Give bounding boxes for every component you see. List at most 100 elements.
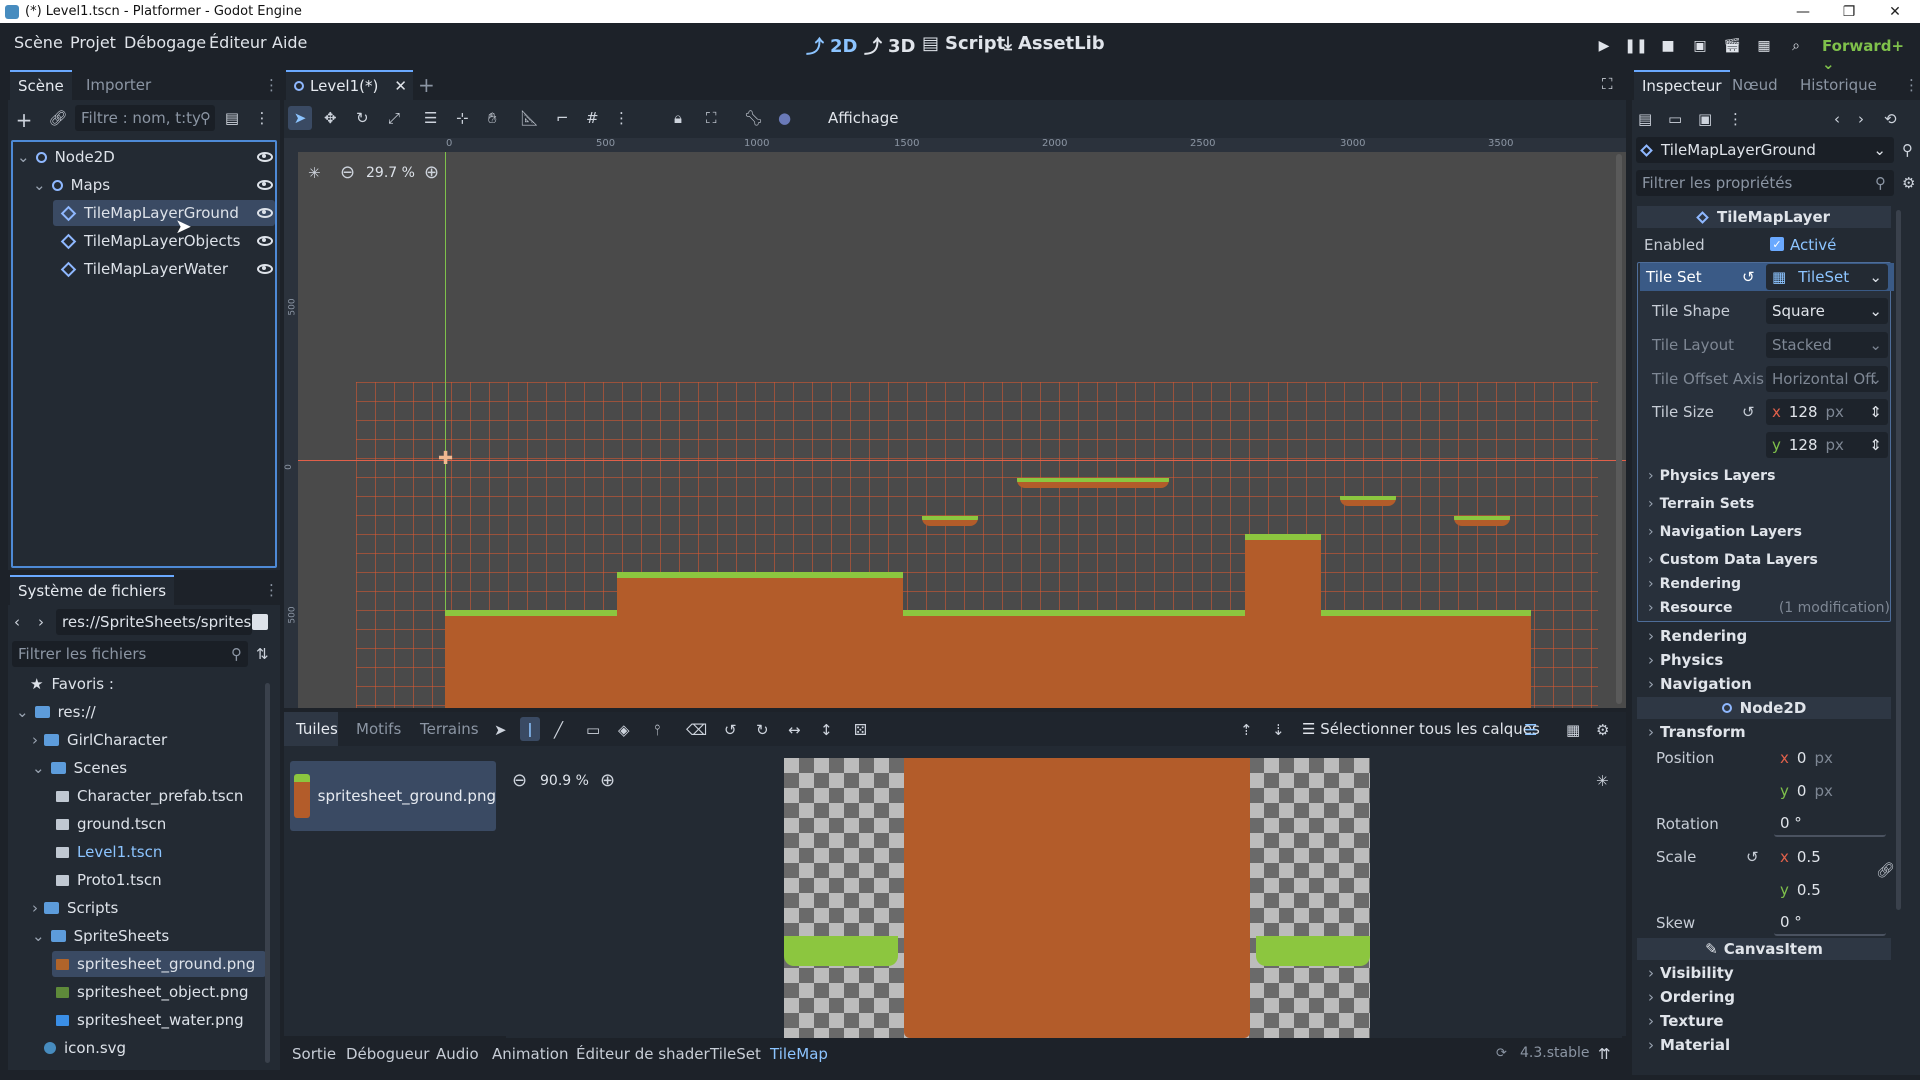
tab-tileset[interactable]: TileSet <box>710 1045 761 1063</box>
zoom-level[interactable]: 29.7 % <box>366 165 415 181</box>
move-tool-icon[interactable]: ✥ <box>324 109 337 127</box>
pan-tool-icon[interactable]: ✋︎ <box>488 109 497 127</box>
select-all-layers-button[interactable]: ☰ Sélectionner tous les calques <box>1302 720 1540 738</box>
previous-layer-icon[interactable]: ⇡ <box>1240 721 1253 739</box>
tree-node-tilemaplayerground[interactable]: TileMapLayerGround <box>53 200 275 226</box>
tile-source-item[interactable]: spritesheet_ground.png <box>290 761 496 831</box>
dock-menu-icon[interactable]: ⋮ <box>264 76 279 94</box>
tab-terrains[interactable]: Terrains <box>420 720 479 738</box>
tab-tilemap[interactable]: TileMap <box>770 1045 828 1063</box>
eraser-tool-icon[interactable]: ⌫ <box>686 721 707 739</box>
tile-offset-select[interactable]: Horizontal Off ⌄ <box>1766 366 1888 392</box>
scene-filter-input[interactable]: Filtre : nom, t:ty ⚲ <box>75 105 215 131</box>
lock-icon[interactable]: 🔒︎ <box>674 109 682 127</box>
tab-import[interactable]: Importer <box>78 70 159 100</box>
file-proto1-tscn[interactable]: Proto1.tscn <box>56 867 162 893</box>
attach-script-icon[interactable]: ▤ <box>222 109 242 127</box>
highlight-layer-icon[interactable]: ☰ <box>1524 721 1537 739</box>
file-res-root[interactable]: ⌄ res:// <box>16 699 96 725</box>
tilemap-settings-icon[interactable]: ⚙ <box>1596 721 1609 739</box>
view-menu[interactable]: Affichage <box>828 109 898 127</box>
section-physics-layers[interactable]: Physics Layers <box>1640 465 1894 487</box>
tab-audio[interactable]: Audio <box>436 1045 479 1063</box>
property-options-icon[interactable]: ⚙ <box>1902 174 1915 192</box>
next-layer-icon[interactable]: ⇣ <box>1272 721 1285 739</box>
menu-help[interactable]: Aide <box>272 33 307 52</box>
file-folder-scripts[interactable]: › Scripts <box>32 895 118 921</box>
fullscreen-icon[interactable]: ⛶ <box>1602 75 1613 93</box>
mode-script-button[interactable]: ▤ Script <box>922 33 1005 54</box>
revert-icon[interactable]: ↺ <box>1746 848 1759 866</box>
tree-node-maps[interactable]: ⌄ Maps <box>33 172 275 198</box>
play-icon[interactable]: ▶ <box>1592 35 1616 57</box>
new-resource-icon[interactable]: ▤ <box>1638 110 1652 128</box>
atlas-zoom-level[interactable]: 90.9 % <box>540 773 589 789</box>
visibility-eye-icon[interactable] <box>257 180 273 190</box>
file-spritesheet-object[interactable]: spritesheet_object.png <box>56 979 248 1005</box>
bucket-tool-icon[interactable]: ◈ <box>618 721 630 739</box>
visibility-eye-icon[interactable] <box>257 152 273 162</box>
add-node-icon[interactable]: + <box>14 108 34 132</box>
center-view-icon[interactable]: ✳ <box>1596 772 1609 790</box>
enabled-checkbox[interactable]: ✓ <box>1770 237 1784 251</box>
section-rendering[interactable]: Rendering <box>1640 625 1894 647</box>
tree-node-tilemaplayerobjects[interactable]: TileMapLayerObjects <box>53 228 275 254</box>
mode-3d-button[interactable]: ⤴ 3D <box>864 33 915 59</box>
toggle-split-icon[interactable] <box>252 614 268 630</box>
movie-maker-icon[interactable]: ⌕ <box>1784 35 1808 57</box>
tab-patterns[interactable]: Motifs <box>356 720 401 738</box>
list-select-icon[interactable]: ☰ <box>424 109 437 127</box>
zoom-in-icon[interactable]: ⊕ <box>600 770 615 791</box>
visibility-eye-icon[interactable] <box>257 264 273 274</box>
play-custom-scene-icon[interactable]: ▦ <box>1752 35 1776 57</box>
grid-snap-icon[interactable]: # <box>586 109 599 127</box>
instance-scene-icon[interactable]: 🔗︎ <box>48 109 68 127</box>
file-level1-tscn[interactable]: Level1.tscn <box>56 839 162 865</box>
stop-icon[interactable]: ■ <box>1656 35 1680 57</box>
renderer-select[interactable]: Forward+ ⌄ <box>1822 37 1920 73</box>
skew-slider[interactable]: 0 ° <box>1774 910 1886 936</box>
revert-icon[interactable]: ↺ <box>1742 403 1755 421</box>
grid-toggle-icon[interactable]: ▦ <box>1566 721 1580 739</box>
tab-level1[interactable]: Level1(*) ✕ <box>286 70 413 100</box>
tab-debugger[interactable]: Débogueur <box>346 1045 429 1063</box>
property-filter-input[interactable]: Filtrer les propriétés ⚲ <box>1636 170 1894 196</box>
ruler-tool-icon[interactable]: 📐︎ <box>520 109 539 127</box>
flip-v-icon[interactable]: ↕ <box>820 721 833 739</box>
section-navigation-layers[interactable]: Navigation Layers <box>1640 521 1894 543</box>
section-custom-data-layers[interactable]: Custom Data Layers <box>1640 549 1894 571</box>
tab-shader-editor[interactable]: Éditeur de shader <box>576 1045 710 1063</box>
close-tab-icon[interactable]: ✕ <box>394 77 407 95</box>
file-icon-svg[interactable]: icon.svg <box>44 1035 126 1061</box>
section-tileset-rendering[interactable]: Rendering <box>1640 573 1894 595</box>
restore-icon[interactable]: ❐ <box>1826 0 1872 23</box>
tile-layout-select[interactable]: Stacked ⌄ <box>1766 332 1888 358</box>
save-resource-icon[interactable]: ▣ <box>1698 110 1712 128</box>
section-ordering[interactable]: Ordering <box>1640 986 1894 1008</box>
menu-debug[interactable]: Débogage <box>124 33 206 52</box>
forward-icon[interactable]: › <box>38 613 44 631</box>
center-view-icon[interactable]: ✳ <box>308 164 321 182</box>
zoom-in-icon[interactable]: ⊕ <box>424 162 439 183</box>
scene-menu-icon[interactable]: ⋮ <box>252 109 272 127</box>
rotate-tool-icon[interactable]: ↻ <box>356 109 369 127</box>
camera-override-icon[interactable]: ● <box>778 109 791 127</box>
zoom-out-icon[interactable]: ⊖ <box>340 162 355 183</box>
smart-snap-icon[interactable]: ⌐ <box>556 109 569 127</box>
tab-scene[interactable]: Scène <box>10 70 72 100</box>
paint-tool-icon[interactable]: ǀ <box>520 717 540 741</box>
revert-icon[interactable]: ↺ <box>1742 268 1755 286</box>
section-material[interactable]: Material <box>1640 1034 1894 1056</box>
file-ground-tscn[interactable]: ground.tscn <box>56 811 166 837</box>
atlas-view[interactable]: ⊖ 90.9 % ⊕ ✳ <box>506 758 1622 1038</box>
section-navigation[interactable]: Navigation <box>1640 673 1894 695</box>
dock-menu-icon[interactable]: ⋮ <box>1904 76 1919 94</box>
file-spritesheet-ground[interactable]: spritesheet_ground.png <box>52 951 266 977</box>
open-resource-icon[interactable]: ▭ <box>1668 110 1682 128</box>
random-tile-icon[interactable]: ⚄ <box>854 721 867 739</box>
visibility-eye-icon[interactable] <box>257 236 273 246</box>
rotate-left-icon[interactable]: ↺ <box>724 721 737 739</box>
file-spritesheet-water[interactable]: spritesheet_water.png <box>56 1007 244 1033</box>
section-transform[interactable]: Transform <box>1640 721 1894 743</box>
section-physics[interactable]: Physics <box>1640 649 1894 671</box>
